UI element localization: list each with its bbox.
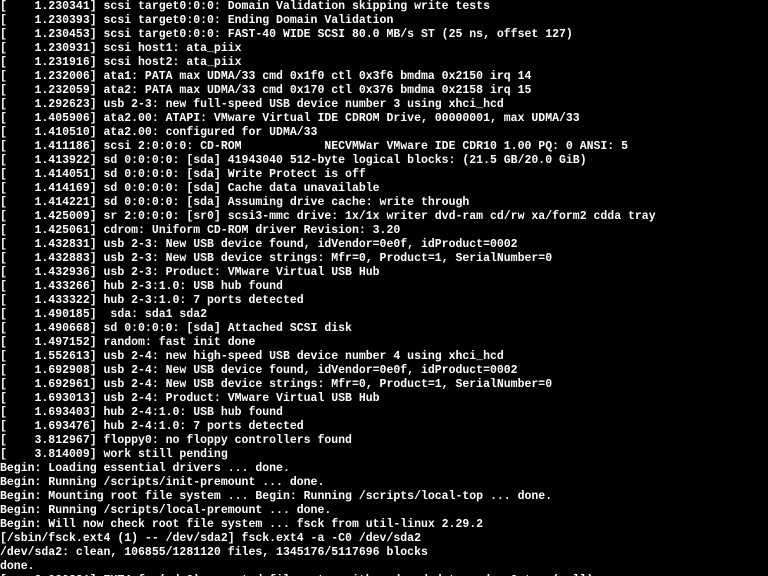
log-line: [ 1.692908] usb 2-4: New USB device foun… — [0, 364, 768, 378]
log-line: [ 1.433266] hub 2-3:1.0: USB hub found — [0, 280, 768, 294]
log-line: [ 1.497152] random: fast init done — [0, 336, 768, 350]
log-line: [ 1.230453] scsi target0:0:0: FAST-40 WI… — [0, 28, 768, 42]
log-line: /dev/sda2: clean, 106855/1281120 files, … — [0, 546, 768, 560]
log-line: [ 1.413922] sd 0:0:0:0: [sda] 41943040 5… — [0, 154, 768, 168]
log-line: [ 1.490668] sd 0:0:0:0: [sda] Attached S… — [0, 322, 768, 336]
log-line: [ 1.490185] sda: sda1 sda2 — [0, 308, 768, 322]
log-line: [ 1.405906] ata2.00: ATAPI: VMware Virtu… — [0, 112, 768, 126]
log-line: [ 1.414221] sd 0:0:0:0: [sda] Assuming d… — [0, 196, 768, 210]
log-line: [ 1.432831] usb 2-3: New USB device foun… — [0, 238, 768, 252]
log-line: [ 1.433322] hub 2-3:1.0: 7 ports detecte… — [0, 294, 768, 308]
log-line: Begin: Loading essential drivers ... don… — [0, 462, 768, 476]
log-line: [ 1.411186] scsi 2:0:0:0: CD-ROM NECVMWa… — [0, 140, 768, 154]
log-line: [ 1.230341] scsi target0:0:0: Domain Val… — [0, 0, 768, 14]
log-line: [ 1.230931] scsi host1: ata_piix — [0, 42, 768, 56]
log-line: [ 1.232006] ata1: PATA max UDMA/33 cmd 0… — [0, 70, 768, 84]
log-line: [ 1.693013] usb 2-4: Product: VMware Vir… — [0, 392, 768, 406]
log-line: [ 1.410510] ata2.00: configured for UDMA… — [0, 126, 768, 140]
log-line: [ 1.432883] usb 2-3: New USB device stri… — [0, 252, 768, 266]
log-line: [ 1.232059] ata2: PATA max UDMA/33 cmd 0… — [0, 84, 768, 98]
log-line: [ 3.814009] work still pending — [0, 448, 768, 462]
log-line: [ 1.414169] sd 0:0:0:0: [sda] Cache data… — [0, 182, 768, 196]
log-line: Begin: Mounting root file system ... Beg… — [0, 490, 768, 504]
log-line: [ 1.425061] cdrom: Uniform CD-ROM driver… — [0, 224, 768, 238]
log-line: [ 1.693403] hub 2-4:1.0: USB hub found — [0, 406, 768, 420]
log-line: [ 1.552613] usb 2-4: new high-speed USB … — [0, 350, 768, 364]
log-line: done. — [0, 560, 768, 574]
log-line: [ 1.230393] scsi target0:0:0: Ending Dom… — [0, 14, 768, 28]
log-line: [ 1.292623] usb 2-3: new full-speed USB … — [0, 98, 768, 112]
log-line: [ 1.693476] hub 2-4:1.0: 7 ports detecte… — [0, 420, 768, 434]
log-line: [/sbin/fsck.ext4 (1) -- /dev/sda2] fsck.… — [0, 532, 768, 546]
log-line: [ 1.414051] sd 0:0:0:0: [sda] Write Prot… — [0, 168, 768, 182]
log-line: Begin: Running /scripts/init-premount ..… — [0, 476, 768, 490]
log-line: [ 1.425009] sr 2:0:0:0: [sr0] scsi3-mmc … — [0, 210, 768, 224]
log-line: [ 1.231916] scsi host2: ata_piix — [0, 56, 768, 70]
log-line: [ 1.692961] usb 2-4: New USB device stri… — [0, 378, 768, 392]
log-line: Begin: Will now check root file system .… — [0, 518, 768, 532]
log-line: [ 1.432936] usb 2-3: Product: VMware Vir… — [0, 266, 768, 280]
log-line: [ 3.812967] floppy0: no floppy controlle… — [0, 434, 768, 448]
log-line: Begin: Running /scripts/local-premount .… — [0, 504, 768, 518]
terminal-output: [ 1.230341] scsi target0:0:0: Domain Val… — [0, 0, 768, 576]
